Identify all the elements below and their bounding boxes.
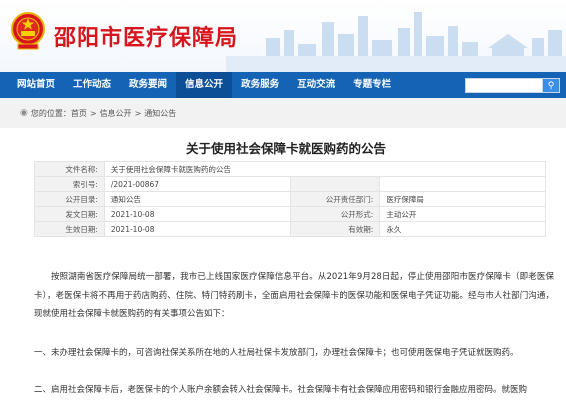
meta-value: 2021-10-08 [103, 206, 291, 222]
national-emblem-icon [11, 12, 45, 50]
document-meta-table: 文件名称: 关于使用社会保障卡就医购药的公告 索引号: /2021-00867 … [34, 161, 547, 237]
nav-item-interaction[interactable]: 互动交流 [288, 72, 344, 98]
meta-label: 公开目录: [34, 191, 105, 207]
meta-value: 主动公开 [379, 206, 546, 222]
meta-row: 生效日期: 2021-10-08 有效期: 永久 [34, 221, 546, 237]
nav-search: ⚲ [465, 77, 560, 93]
search-button[interactable]: ⚲ [543, 77, 560, 93]
nav-item-gov-news[interactable]: 政务要闻 [120, 72, 176, 98]
meta-row: 文件名称: 关于使用社会保障卡就医购药的公告 [34, 161, 547, 177]
meta-label: 生效日期: [34, 221, 105, 237]
meta-row: 索引号: /2021-00867 [34, 176, 546, 192]
meta-value: 永久 [379, 221, 546, 237]
breadcrumb-prefix: 您的位置： [30, 108, 71, 118]
main-nav: 网站首页 工作动态 政务要闻 信息公开 政务服务 互动交流 专题专栏 ⚲ [0, 72, 566, 98]
meta-value: 2021-10-08 [103, 221, 291, 237]
nav-item-special-topics[interactable]: 专题专栏 [344, 72, 400, 98]
nav-item-gov-services[interactable]: 政务服务 [232, 72, 288, 98]
breadcrumb-item-info-disclosure[interactable]: 信息公开 [100, 108, 132, 119]
meta-value: 关于使用社会保障卡就医购药的公告 [103, 161, 547, 177]
meta-label: 公开形式: [289, 206, 381, 222]
meta-label-empty [289, 176, 381, 192]
meta-value-empty [379, 176, 546, 192]
meta-row: 发文日期: 2021-10-08 公开形式: 主动公开 [34, 206, 546, 222]
location-pin-icon: ◉ [20, 108, 28, 118]
breadcrumb-separator: > [134, 108, 142, 118]
body-paragraph-1: 一、未办理社会保障卡的，可咨询社保关系所在地的人社局社保卡发放部门，办理社会保障… [34, 348, 519, 358]
meta-label: 发文日期: [34, 206, 105, 222]
site-header: 邵阳市医疗保障局 [0, 0, 566, 72]
breadcrumb-item-home[interactable]: 首页 [71, 108, 87, 119]
breadcrumb-item-notices[interactable]: 通知公告 [144, 108, 176, 119]
nav-item-info-disclosure[interactable]: 信息公开 [176, 72, 233, 98]
search-input[interactable] [465, 77, 543, 93]
meta-value: /2021-00867 [103, 176, 291, 192]
article-content: 关于使用社会保障卡就医购药的公告 文件名称: 关于使用社会保障卡就医购药的公告 … [10, 128, 562, 400]
meta-label: 有效期: [289, 221, 381, 237]
search-icon: ⚲ [547, 80, 555, 91]
body-paragraph-2: 二、启用社会保障卡后，老医保卡的个人账户余额会转入社会保障卡。社会保障卡有社会保… [34, 385, 528, 395]
article-title: 关于使用社会保障卡就医购药的公告 [185, 141, 386, 156]
meta-label: 文件名称: [34, 161, 105, 177]
breadcrumb: ◉ 您的位置： 首页 > 信息公开 > 通知公告 [0, 98, 566, 128]
body-paragraph-intro: 按照湖南省医疗保障局统一部署，我市已上线国家医疗保障信息平台。从2021年9月2… [34, 272, 554, 319]
city-skyline-decoration [226, 12, 566, 72]
site-title[interactable]: 邵阳市医疗保障局 [54, 20, 238, 52]
meta-value: 医疗保障局 [379, 191, 546, 207]
meta-value: 通知公告 [103, 191, 291, 207]
nav-item-home[interactable]: 网站首页 [8, 72, 64, 98]
meta-label: 公开责任部门: [289, 191, 381, 207]
meta-label: 索引号: [34, 176, 105, 192]
nav-item-work-news[interactable]: 工作动态 [64, 72, 120, 98]
breadcrumb-separator: > [89, 108, 97, 118]
meta-row: 公开目录: 通知公告 公开责任部门: 医疗保障局 [34, 191, 546, 207]
